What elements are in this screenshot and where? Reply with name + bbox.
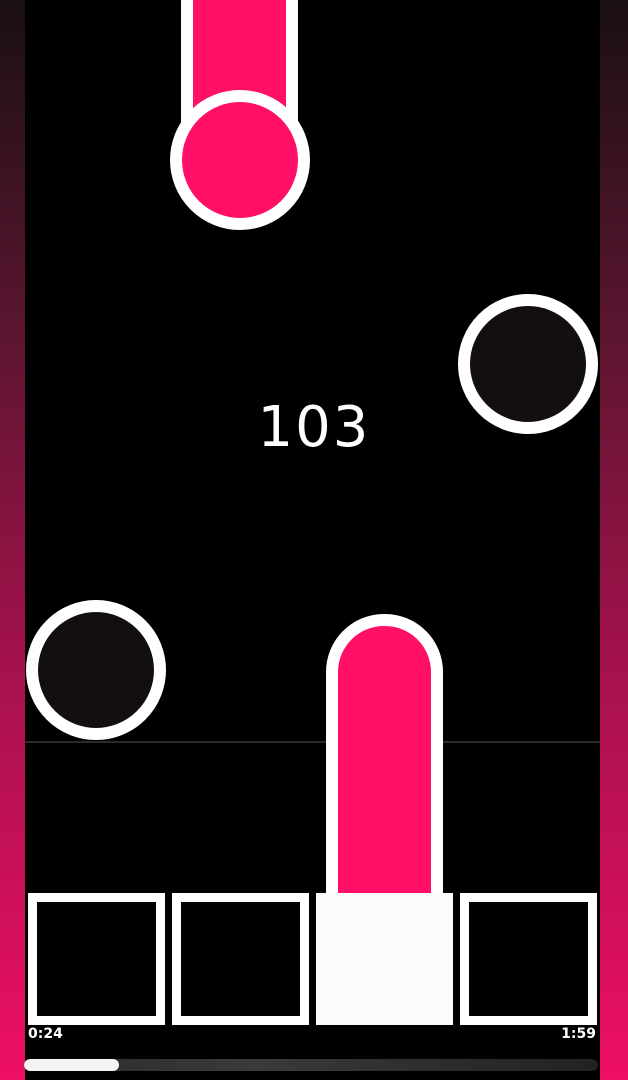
total-time: 1:59 <box>561 1026 596 1042</box>
lane-key-4[interactable] <box>460 893 597 1025</box>
tap-note <box>26 600 166 740</box>
song-progress-fill <box>24 1059 119 1071</box>
hold-note-bottom <box>326 614 443 904</box>
hold-note-head-top <box>170 90 310 230</box>
song-progress-bar[interactable] <box>24 1059 598 1071</box>
lane-key-2[interactable] <box>172 893 309 1025</box>
hit-line <box>25 741 600 743</box>
elapsed-time: 0:24 <box>28 1026 63 1042</box>
key-row <box>28 893 598 1025</box>
lane-key-3[interactable] <box>316 893 453 1025</box>
lane-key-1[interactable] <box>28 893 165 1025</box>
game-screen: 103 0:24 1:59 <box>0 0 628 1080</box>
score-counter: 103 <box>257 395 371 460</box>
left-side-border <box>0 0 25 1080</box>
right-side-border <box>600 0 628 1080</box>
